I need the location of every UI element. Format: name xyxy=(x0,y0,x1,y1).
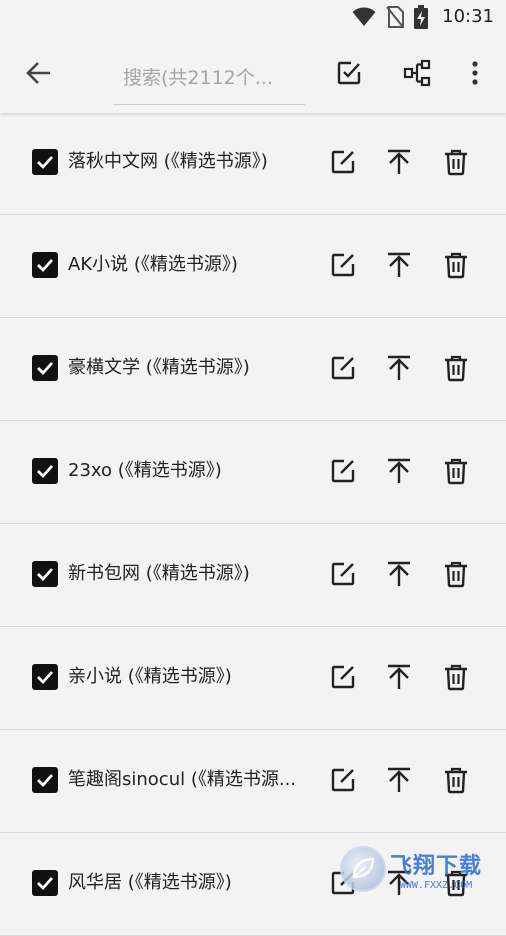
edit-source-button[interactable] xyxy=(325,350,361,386)
move-to-top-icon xyxy=(388,664,410,689)
select-all-button[interactable] xyxy=(325,49,373,97)
source-row[interactable]: 落秋中文网 (《精选书源》) xyxy=(0,113,506,215)
battery-charging-icon xyxy=(414,4,429,29)
edit-source-button[interactable] xyxy=(325,659,361,695)
checkmark-icon xyxy=(37,774,54,788)
edit-icon xyxy=(331,665,355,689)
source-label: 亲小说 (《精选书源》) xyxy=(68,666,232,687)
source-checkbox[interactable] xyxy=(32,458,58,484)
edit-icon xyxy=(331,562,355,586)
trash-icon xyxy=(445,252,467,279)
move-to-top-button[interactable] xyxy=(381,453,417,489)
delete-source-button[interactable] xyxy=(438,144,474,180)
no-sim-icon xyxy=(386,5,405,28)
edit-source-button[interactable] xyxy=(325,453,361,489)
search-input[interactable] xyxy=(113,47,305,104)
toolbar xyxy=(0,33,506,113)
move-to-top-icon xyxy=(388,458,410,483)
source-label: 风华居 (《精选书源》) xyxy=(68,872,232,893)
edit-icon xyxy=(331,253,355,277)
move-to-top-button[interactable] xyxy=(381,865,417,901)
source-label: 笔趣阁sinocul (《精选书源... xyxy=(68,769,297,790)
source-label: 落秋中文网 (《精选书源》) xyxy=(68,151,268,172)
source-checkbox[interactable] xyxy=(32,252,58,278)
group-tree-icon xyxy=(403,59,431,87)
move-to-top-icon xyxy=(388,767,410,792)
edit-source-button[interactable] xyxy=(325,762,361,798)
move-to-top-icon xyxy=(388,149,410,174)
source-label: 豪横文学 (《精选书源》) xyxy=(68,357,250,378)
checkmark-icon xyxy=(37,568,54,582)
move-to-top-button[interactable] xyxy=(381,350,417,386)
wifi-icon xyxy=(352,7,376,26)
source-row[interactable]: 23xo (《精选书源》) xyxy=(0,421,506,524)
trash-icon xyxy=(445,561,467,588)
edit-icon xyxy=(331,356,355,380)
move-to-top-button[interactable] xyxy=(381,659,417,695)
move-to-top-icon xyxy=(388,870,410,895)
source-row[interactable]: 豪横文学 (《精选书源》) xyxy=(0,318,506,421)
delete-source-button[interactable] xyxy=(438,556,474,592)
delete-source-button[interactable] xyxy=(438,659,474,695)
source-checkbox[interactable] xyxy=(32,149,58,175)
source-row[interactable]: 风华居 (《精选书源》) xyxy=(0,833,506,936)
checkmark-icon xyxy=(37,465,54,479)
book-source-list: 落秋中文网 (《精选书源》) AK小说 (《精选书源》) 豪横文学 (《精选书源》)… xyxy=(0,113,506,936)
edit-source-button[interactable] xyxy=(325,144,361,180)
source-checkbox[interactable] xyxy=(32,664,58,690)
more-options-button[interactable] xyxy=(455,49,495,97)
edit-icon xyxy=(331,871,355,895)
delete-source-button[interactable] xyxy=(438,350,474,386)
delete-source-button[interactable] xyxy=(438,865,474,901)
source-checkbox[interactable] xyxy=(32,767,58,793)
checkbox-edit-icon xyxy=(337,61,361,85)
source-row[interactable]: 新书包网 (《精选书源》) xyxy=(0,524,506,627)
status-time: 10:31 xyxy=(442,6,494,27)
edit-source-button[interactable] xyxy=(325,865,361,901)
source-label: AK小说 (《精选书源》) xyxy=(68,254,238,275)
move-to-top-icon xyxy=(388,355,410,380)
source-row[interactable]: 笔趣阁sinocul (《精选书源... xyxy=(0,730,506,833)
checkmark-icon xyxy=(37,671,54,685)
trash-icon xyxy=(445,664,467,691)
move-to-top-button[interactable] xyxy=(381,762,417,798)
edit-icon xyxy=(331,768,355,792)
arrow-left-icon xyxy=(26,62,50,84)
checkmark-icon xyxy=(37,877,54,891)
group-button[interactable] xyxy=(393,49,441,97)
edit-source-button[interactable] xyxy=(325,556,361,592)
search-field[interactable] xyxy=(113,47,305,105)
trash-icon xyxy=(445,458,467,485)
source-row[interactable]: AK小说 (《精选书源》) xyxy=(0,215,506,318)
trash-icon xyxy=(445,355,467,382)
move-to-top-button[interactable] xyxy=(381,247,417,283)
delete-source-button[interactable] xyxy=(438,453,474,489)
source-checkbox[interactable] xyxy=(32,561,58,587)
trash-icon xyxy=(445,149,467,176)
trash-icon xyxy=(445,870,467,897)
source-checkbox[interactable] xyxy=(32,870,58,896)
checkmark-icon xyxy=(37,259,54,273)
trash-icon xyxy=(445,767,467,794)
move-to-top-button[interactable] xyxy=(381,556,417,592)
source-row[interactable]: 亲小说 (《精选书源》) xyxy=(0,627,506,730)
edit-source-button[interactable] xyxy=(325,247,361,283)
checkmark-icon xyxy=(37,156,54,170)
more-vertical-icon xyxy=(472,61,478,85)
checkmark-icon xyxy=(37,362,54,376)
delete-source-button[interactable] xyxy=(438,247,474,283)
edit-icon xyxy=(331,459,355,483)
back-button[interactable] xyxy=(14,49,64,97)
move-to-top-icon xyxy=(388,252,410,277)
move-to-top-icon xyxy=(388,561,410,586)
status-bar: 10:31 xyxy=(0,0,506,33)
move-to-top-button[interactable] xyxy=(381,144,417,180)
source-label: 23xo (《精选书源》) xyxy=(68,460,222,481)
edit-icon xyxy=(331,150,355,174)
source-label: 新书包网 (《精选书源》) xyxy=(68,563,250,584)
delete-source-button[interactable] xyxy=(438,762,474,798)
source-checkbox[interactable] xyxy=(32,355,58,381)
